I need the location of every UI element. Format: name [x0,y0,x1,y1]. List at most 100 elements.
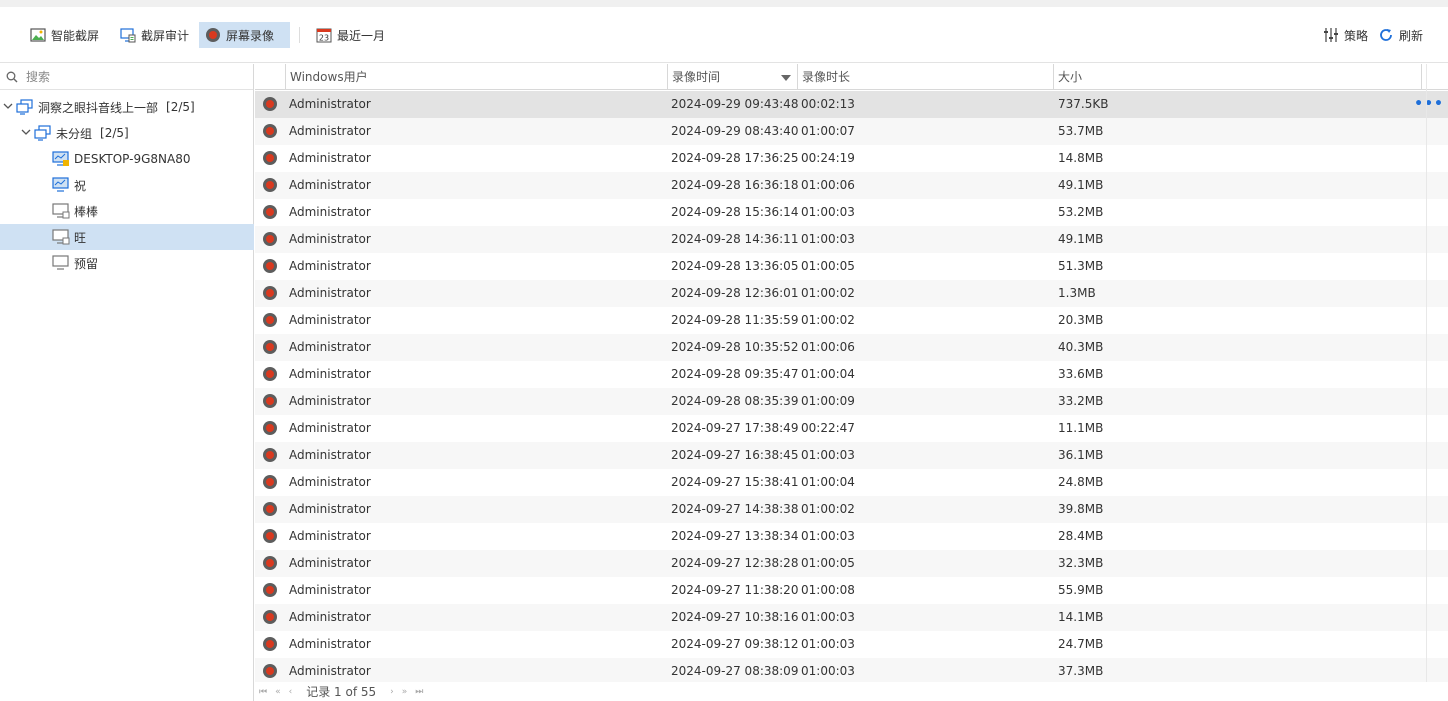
cell-size: 28.4MB [1058,529,1104,543]
date-range-button[interactable]: 23 最近一月 [310,22,393,48]
cell-record-time: 2024-09-27 15:38:41 [671,475,799,489]
table-row[interactable]: Administrator 2024-09-27 16:38:45 01:00:03… [255,442,1448,469]
refresh-button[interactable]: 刷新 [1372,22,1431,48]
record-icon [263,124,277,138]
cell-user: Administrator [289,475,371,489]
table-row[interactable]: Administrator 2024-09-29 08:43:40 01:00:07… [255,118,1448,145]
cell-duration: 01:00:05 [801,556,855,570]
cell-record-time: 2024-09-28 16:36:18 [671,178,799,192]
record-icon [263,529,277,543]
cell-size: 33.6MB [1058,367,1104,381]
record-icon [263,475,277,489]
cell-duration: 01:00:03 [801,448,855,462]
cell-size: 49.1MB [1058,178,1104,192]
tree-node-desktop[interactable]: DESKTOP-9G8NA80 [0,146,254,172]
cell-user: Administrator [289,205,371,219]
column-header-size[interactable]: 大小 [1053,64,1421,90]
table-row[interactable]: Administrator 2024-09-27 13:38:34 01:00:03… [255,523,1448,550]
table-row[interactable]: Administrator 2024-09-28 09:35:47 01:00:04… [255,361,1448,388]
tree-node-reserved[interactable]: 预留 [0,250,254,276]
table-row[interactable]: Administrator 2024-09-28 10:35:52 01:00:06… [255,334,1448,361]
cell-duration: 01:00:07 [801,124,855,138]
tree-node-label: 预留 [74,256,99,271]
screen-record-label: 屏幕录像 [226,28,275,43]
computer-group-icon [16,99,34,115]
record-icon [263,340,277,354]
record-icon [263,637,277,651]
cell-size: 37.3MB [1058,664,1104,678]
window-top-strip [0,0,1448,7]
capture-audit-button[interactable]: 截屏审计 [114,22,197,48]
cell-size: 737.5KB [1058,97,1109,111]
column-header-record-time[interactable]: 录像时间 [667,64,797,90]
tree-search-field[interactable]: 搜索 [0,64,253,90]
table-row[interactable]: Administrator 2024-09-28 16:36:18 01:00:06… [255,172,1448,199]
tree-node-department[interactable]: 洞察之眼抖音线上一部 [2/5] [0,94,254,120]
cell-record-time: 2024-09-28 17:36:25 [671,151,799,165]
table-row[interactable]: Administrator 2024-09-29 09:43:48 00:02:13… [255,91,1448,118]
cell-duration: 01:00:02 [801,502,855,516]
cell-duration: 01:00:03 [801,664,855,678]
table-row[interactable]: Administrator 2024-09-27 08:38:09 01:00:03… [255,658,1448,682]
record-icon [263,313,277,327]
table-row[interactable]: Administrator 2024-09-28 13:36:05 01:00:05… [255,253,1448,280]
tree-node-ungrouped[interactable]: 未分组 [2/5] [0,120,254,146]
next-page-button[interactable]: » [402,687,408,697]
cell-size: 53.2MB [1058,205,1104,219]
cell-duration: 01:00:03 [801,205,855,219]
cell-record-time: 2024-09-28 13:36:05 [671,259,799,273]
cell-duration: 01:00:02 [801,286,855,300]
cell-duration: 01:00:03 [801,637,855,651]
table-row[interactable]: Administrator 2024-09-27 11:38:20 01:00:08… [255,577,1448,604]
toolbar: 智能截屏 截屏审计 屏幕录像 23 最近一月 策略 刷新 [0,7,1448,63]
column-header-duration[interactable]: 录像时长 [797,64,1053,90]
vertical-scrollbar[interactable] [1426,64,1448,682]
screen-record-button[interactable]: 屏幕录像 [199,22,290,48]
column-header-user[interactable]: Windows用户 [285,64,667,90]
chevron-down-icon[interactable] [2,101,14,114]
table-row[interactable]: Administrator 2024-09-28 08:35:39 01:00:09… [255,388,1448,415]
record-icon [263,448,277,462]
cell-record-time: 2024-09-27 13:38:34 [671,529,799,543]
tree-node-bangbang[interactable]: 棒棒 [0,198,254,224]
cell-record-time: 2024-09-28 08:35:39 [671,394,799,408]
cell-user: Administrator [289,259,371,273]
record-icon [263,502,277,516]
table-row[interactable]: Administrator 2024-09-28 14:36:11 01:00:03… [255,226,1448,253]
tree-node-wang[interactable]: 旺 [0,224,254,250]
table-row[interactable]: Administrator 2024-09-27 09:38:12 01:00:03… [255,631,1448,658]
table-row[interactable]: Administrator 2024-09-27 10:38:16 01:00:03… [255,604,1448,631]
cell-record-time: 2024-09-27 16:38:45 [671,448,799,462]
cell-duration: 01:00:06 [801,340,855,354]
table-row[interactable]: Administrator 2024-09-27 15:38:41 01:00:04… [255,469,1448,496]
cell-duration: 01:00:04 [801,475,855,489]
table-row[interactable]: Administrator 2024-09-27 14:38:38 01:00:02… [255,496,1448,523]
prev-page-button[interactable]: « [275,687,281,697]
computer-offline-icon [52,229,70,245]
tree-node-label: 棒棒 [74,204,99,219]
first-page-button[interactable]: ⏮ [259,687,267,697]
cell-record-time: 2024-09-27 09:38:12 [671,637,799,651]
table-body: Administrator 2024-09-29 09:43:48 00:02:13… [255,91,1448,682]
refresh-label: 刷新 [1399,28,1424,43]
smart-capture-button[interactable]: 智能截屏 [24,22,107,48]
table-row[interactable]: Administrator 2024-09-27 17:38:49 00:22:47… [255,415,1448,442]
table-row[interactable]: Administrator 2024-09-28 12:36:01 01:00:02… [255,280,1448,307]
cell-record-time: 2024-09-28 14:36:11 [671,232,799,246]
table-row[interactable]: Administrator 2024-09-28 11:35:59 01:00:02… [255,307,1448,334]
policy-button[interactable]: 策略 [1317,22,1376,48]
prev-button[interactable]: ‹ [289,687,293,697]
record-icon [263,259,277,273]
tree-node-zhu[interactable]: 祝 [0,172,254,198]
table-row[interactable]: Administrator 2024-09-28 15:36:14 01:00:03… [255,199,1448,226]
last-page-button[interactable]: ⏭ [415,687,423,697]
next-button[interactable]: › [390,687,394,697]
record-icon [263,394,277,408]
table-row[interactable]: Administrator 2024-09-27 12:38:28 01:00:05… [255,550,1448,577]
record-icon [263,286,277,300]
table-row[interactable]: Administrator 2024-09-28 17:36:25 00:24:19… [255,145,1448,172]
cell-record-time: 2024-09-27 12:38:28 [671,556,799,570]
tree-node-count: [2/5] [100,126,129,140]
chevron-down-icon[interactable] [20,127,32,140]
cell-user: Administrator [289,502,371,516]
